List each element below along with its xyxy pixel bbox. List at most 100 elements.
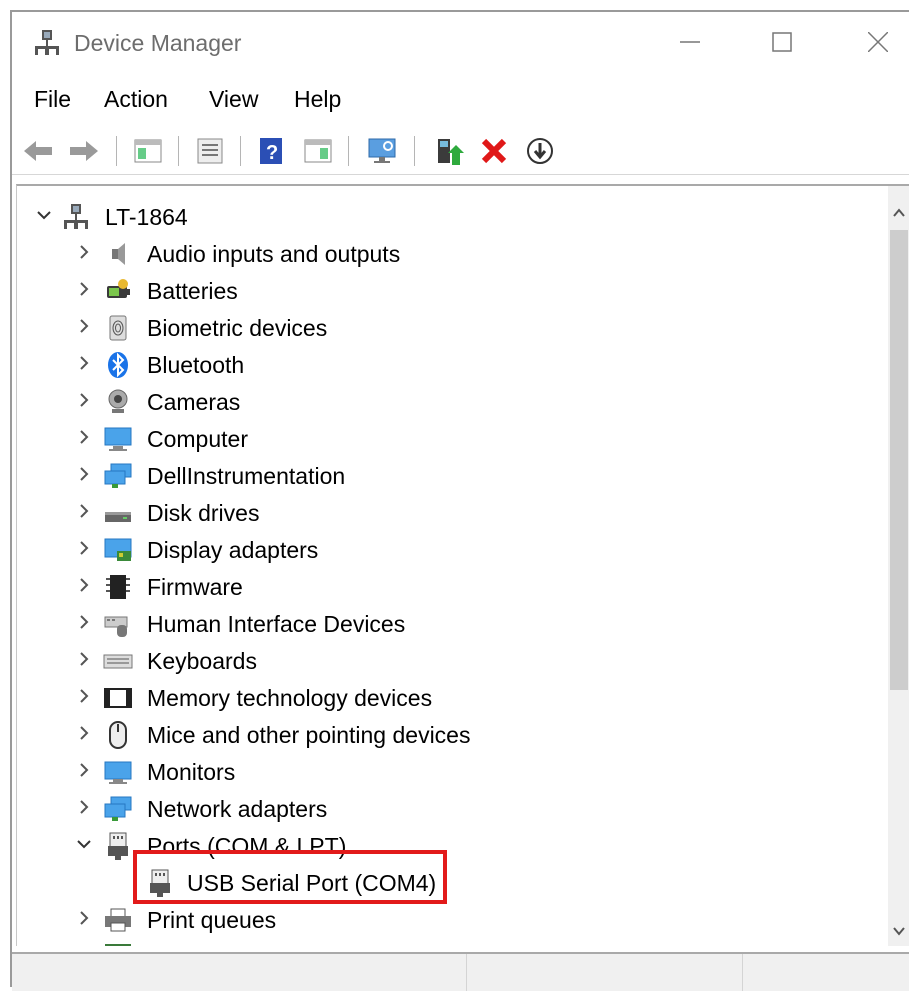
tree-root[interactable]: LT-1864 (17, 200, 877, 234)
tree-item-mice[interactable]: Mice and other pointing devices (17, 718, 877, 752)
chevron-right-icon[interactable] (75, 243, 93, 261)
enable-device-button[interactable] (524, 135, 556, 167)
tree-item-disk-drives[interactable]: Disk drives (17, 496, 877, 530)
tree-item-dellinstrumentation[interactable]: DellInstrumentation (17, 459, 877, 493)
device-icon (105, 944, 131, 946)
device-tree[interactable]: LT-1864 Audio inputs and outputs Batteri… (16, 184, 909, 946)
back-icon (24, 141, 52, 161)
chevron-right-icon[interactable] (75, 687, 93, 705)
mouse-icon (109, 721, 127, 749)
tree-item-label: Computer (147, 426, 248, 452)
tree-item-label: Disk drives (147, 500, 260, 526)
keyboard-icon (103, 654, 133, 669)
scan-hardware-button[interactable] (366, 135, 398, 167)
tree-item-label: Firmware (147, 574, 243, 600)
chevron-right-icon[interactable] (75, 391, 93, 409)
disk-drive-icon (105, 512, 131, 522)
uninstall-device-button[interactable] (478, 135, 510, 167)
tree-item-label: Keyboards (147, 648, 257, 674)
chevron-right-icon[interactable] (75, 539, 93, 557)
scrollbar-thumb[interactable] (890, 230, 908, 690)
bluetooth-icon (108, 352, 128, 378)
show-hide-console-tree-button[interactable] (132, 135, 164, 167)
chevron-down-icon[interactable] (75, 835, 93, 853)
chevron-right-icon[interactable] (75, 502, 93, 520)
tree-item-label: Biometric devices (147, 315, 328, 341)
tree-item-bluetooth[interactable]: Bluetooth (17, 348, 877, 382)
menu-help[interactable]: Help (294, 86, 341, 113)
scan-hardware-icon (368, 138, 396, 163)
port-icon (108, 832, 128, 860)
chevron-right-icon[interactable] (75, 650, 93, 668)
tree-item-keyboards[interactable]: Keyboards (17, 644, 877, 678)
chevron-right-icon[interactable] (75, 909, 93, 927)
tree-item-display-adapters[interactable]: Display adapters (17, 533, 877, 567)
camera-icon (108, 389, 128, 413)
minimize-icon (680, 41, 700, 43)
chevron-right-icon[interactable] (75, 428, 93, 446)
minimize-button[interactable] (667, 24, 713, 60)
tree-item-usb-serial-port[interactable]: USB Serial Port (COM4) (17, 866, 877, 900)
forward-button[interactable] (68, 135, 100, 167)
chevron-right-icon[interactable] (75, 613, 93, 631)
update-driver-button[interactable] (432, 135, 464, 167)
network-computer-icon (104, 463, 132, 488)
chevron-right-icon[interactable] (75, 798, 93, 816)
tree-item-memory[interactable]: Memory technology devices (17, 681, 877, 715)
toolbar: ? (12, 126, 909, 175)
chevron-right-icon[interactable] (75, 724, 93, 742)
tree-item-biometric[interactable]: Biometric devices (17, 311, 877, 345)
tree-item-cameras[interactable]: Cameras (17, 385, 877, 419)
port-icon (150, 869, 170, 897)
console-tree-icon (134, 139, 162, 163)
back-button[interactable] (22, 135, 54, 167)
close-button[interactable] (855, 24, 901, 60)
tree-item-partial[interactable] (17, 940, 877, 946)
device-manager-icon (32, 28, 62, 63)
chevron-right-icon[interactable] (75, 465, 93, 483)
tree-item-label: Ports (COM & LPT) (147, 833, 347, 859)
enable-device-icon (527, 138, 553, 164)
scroll-up-icon[interactable] (892, 206, 906, 220)
menu-action[interactable]: Action (104, 86, 168, 113)
help-icon: ? (260, 138, 282, 164)
uninstall-icon (481, 138, 507, 164)
vertical-scrollbar[interactable] (888, 186, 909, 946)
fingerprint-icon (109, 315, 127, 341)
chevron-right-icon[interactable] (75, 280, 93, 298)
tree-item-print-queues[interactable]: Print queues (17, 903, 877, 937)
tree-item-network-adapters[interactable]: Network adapters (17, 792, 877, 826)
menu-view[interactable]: View (209, 86, 258, 113)
maximize-button[interactable] (759, 24, 805, 60)
network-adapter-icon (104, 796, 132, 821)
chevron-right-icon[interactable] (75, 576, 93, 594)
menu-bar: File Action View Help (12, 80, 909, 120)
tree-item-label: Batteries (147, 278, 238, 304)
properties-button[interactable] (194, 135, 226, 167)
printer-icon (105, 908, 131, 932)
tree-item-audio[interactable]: Audio inputs and outputs (17, 237, 877, 271)
menu-file[interactable]: File (34, 86, 71, 113)
title-bar[interactable]: Device Manager (12, 12, 909, 76)
tree-item-ports[interactable]: Ports (COM & LPT) (17, 829, 877, 863)
action-pane-button[interactable] (302, 135, 334, 167)
action-pane-icon (304, 139, 332, 163)
toolbar-separator (348, 136, 349, 166)
help-button[interactable]: ? (256, 135, 288, 167)
chevron-right-icon[interactable] (75, 317, 93, 335)
maximize-icon (772, 32, 792, 52)
tree-item-firmware[interactable]: Firmware (17, 570, 877, 604)
chevron-right-icon[interactable] (75, 354, 93, 372)
status-bar (12, 952, 909, 991)
tree-item-label: DellInstrumentation (147, 463, 346, 489)
tree-item-batteries[interactable]: Batteries (17, 274, 877, 308)
tree-item-monitors[interactable]: Monitors (17, 755, 877, 789)
svg-text:?: ? (266, 142, 278, 164)
chevron-right-icon[interactable] (75, 761, 93, 779)
update-driver-icon (438, 139, 464, 165)
tree-item-computer[interactable]: Computer (17, 422, 877, 456)
tree-item-hid[interactable]: Human Interface Devices (17, 607, 877, 641)
chevron-down-icon[interactable] (35, 206, 53, 224)
tree-root-label: LT-1864 (105, 204, 188, 230)
scroll-down-icon[interactable] (892, 924, 906, 938)
